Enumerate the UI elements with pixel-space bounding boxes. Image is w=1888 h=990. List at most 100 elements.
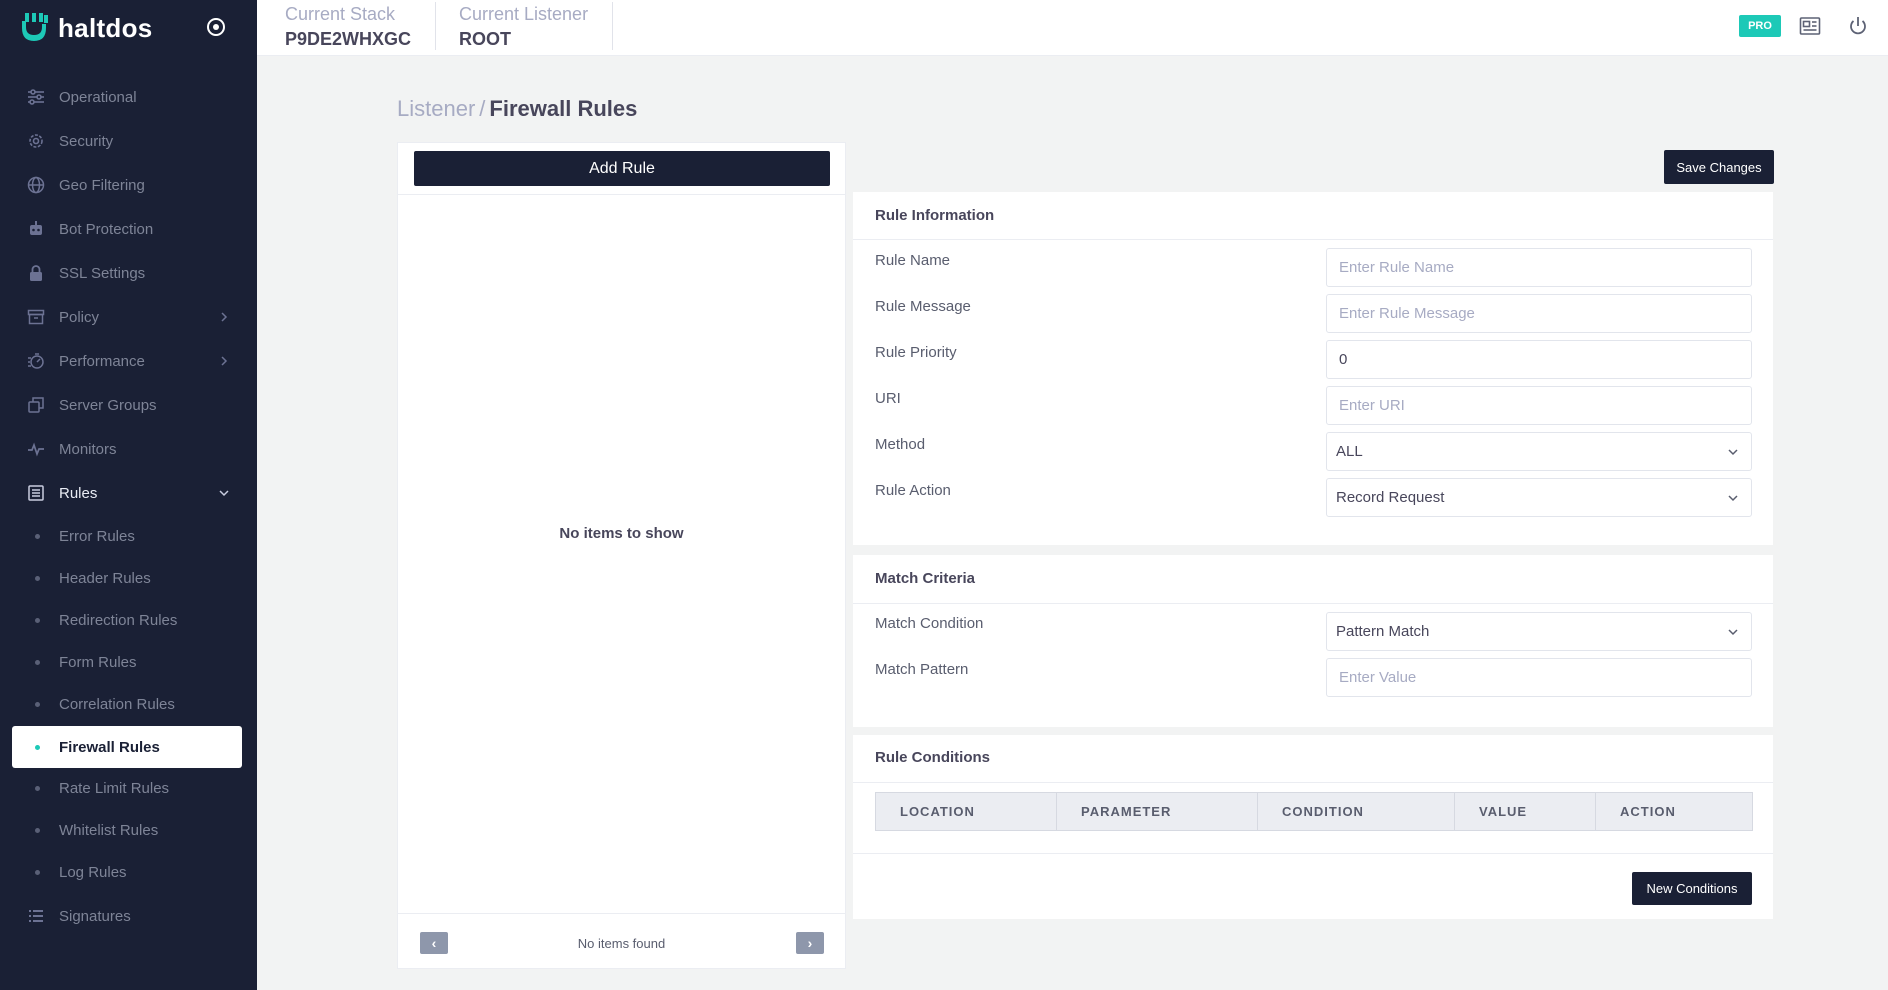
current-listener[interactable]: Current Listener ROOT — [431, 2, 614, 50]
column-header-parameter[interactable]: PARAMETER — [1057, 793, 1258, 830]
pro-badge: PRO — [1739, 15, 1781, 37]
sidebar-item-geo-filtering[interactable]: Geo Filtering — [0, 163, 257, 207]
match-pattern-input[interactable]: Enter Value — [1326, 658, 1752, 697]
sidebar-subitem-label: Form Rules — [59, 653, 137, 671]
sidebar-item-label: Operational — [59, 88, 137, 106]
rule-priority-input[interactable]: 0 — [1326, 340, 1752, 379]
globe-icon — [27, 176, 45, 194]
card-title: Rule Information — [875, 207, 995, 224]
rule-message-label: Rule Message — [875, 298, 971, 315]
chevron-down-icon — [1728, 495, 1738, 502]
power-icon[interactable] — [1847, 15, 1869, 37]
sidebar-item-ssl-settings[interactable]: SSL Settings — [0, 251, 257, 295]
method-label: Method — [875, 436, 926, 453]
sidebar-subitem-firewall-rules[interactable]: Firewall Rules — [12, 726, 242, 768]
sidebar-subitem-label: Error Rules — [59, 527, 135, 545]
rule-action-select[interactable]: Record Request — [1326, 478, 1752, 517]
divider — [853, 603, 1773, 604]
sidebar-toggle-icon[interactable] — [206, 17, 226, 37]
method-select[interactable]: ALL — [1326, 432, 1752, 471]
bullet-icon — [35, 869, 40, 875]
bullet-icon — [35, 785, 40, 791]
sidebar-item-label: Policy — [59, 308, 100, 326]
divider — [853, 782, 1773, 783]
divider — [398, 194, 845, 195]
sidebar-item-label: Signatures — [59, 907, 131, 925]
uri-input[interactable]: Enter URI — [1326, 386, 1752, 425]
match-condition-select[interactable]: Pattern Match — [1326, 612, 1752, 651]
chevron-down-icon — [1728, 629, 1738, 636]
sidebar-subitem-label: Rate Limit Rules — [59, 779, 170, 797]
gear-icon — [29, 134, 43, 148]
column-header-condition[interactable]: CONDITION — [1258, 793, 1455, 830]
add-rule-button[interactable]: Add Rule — [414, 151, 830, 186]
sliders-icon — [28, 89, 44, 105]
current-stack[interactable]: Current Stack P9DE2WHXGC — [257, 2, 437, 50]
sidebar-item-policy[interactable]: Policy — [0, 295, 257, 339]
sidebar-subitem-label: Firewall Rules — [59, 738, 160, 756]
card-title: Match Criteria — [875, 570, 976, 587]
divider — [853, 853, 1773, 854]
brand[interactable]: haltdos — [22, 10, 153, 46]
sidebar-item-performance[interactable]: Performance — [0, 339, 257, 383]
haltdos-logo-icon — [22, 13, 48, 41]
pagination-status: No items found — [577, 936, 666, 951]
match-pattern-label: Match Pattern — [875, 661, 969, 678]
sidebar-item-signatures[interactable]: Signatures — [0, 894, 257, 938]
sidebar-subitem-correlation-rules[interactable]: Correlation Rules — [0, 683, 257, 725]
sidebar-item-monitors[interactable]: Monitors — [0, 427, 257, 471]
sidebar-subitem-log-rules[interactable]: Log Rules — [0, 851, 257, 893]
list-icon — [28, 485, 44, 501]
match-criteria-card: Match Criteria Match Condition Pattern M… — [853, 555, 1773, 727]
breadcrumb-parent[interactable]: Listener — [397, 96, 475, 121]
bullet-icon — [35, 617, 40, 623]
bullet-icon — [35, 659, 40, 665]
empty-state-text: No items to show — [559, 525, 684, 542]
archive-icon — [27, 309, 45, 325]
method-select-value: ALL — [1336, 443, 1363, 460]
rule-message-input[interactable]: Enter Rule Message — [1326, 294, 1752, 333]
breadcrumb-separator: / — [479, 96, 486, 121]
column-header-value[interactable]: VALUE — [1455, 793, 1596, 830]
conditions-table-header: LOCATION PARAMETER CONDITION VALUE ACTIO… — [875, 792, 1753, 831]
sidebar-subitem-redirection-rules[interactable]: Redirection Rules — [0, 599, 257, 641]
topbar: Current Stack P9DE2WHXGC Current Listene… — [257, 0, 1888, 56]
news-icon[interactable] — [1799, 15, 1821, 37]
chevron-right-icon — [221, 312, 228, 322]
bullet-icon — [35, 701, 40, 707]
current-listener-value: ROOT — [459, 29, 511, 49]
column-header-action[interactable]: ACTION — [1596, 793, 1752, 830]
sidebar-subitem-whitelist-rules[interactable]: Whitelist Rules — [0, 809, 257, 851]
sidebar-subitem-rate-limit-rules[interactable]: Rate Limit Rules — [0, 767, 257, 809]
current-listener-label: Current Listener — [459, 4, 589, 24]
rule-name-label: Rule Name — [875, 252, 951, 269]
card-title: Rule Conditions — [875, 749, 990, 766]
sidebar-item-label: Performance — [59, 352, 145, 370]
sidebar-subitem-label: Header Rules — [59, 569, 151, 587]
save-changes-button[interactable]: Save Changes — [1664, 150, 1774, 184]
sidebar-subitem-form-rules[interactable]: Form Rules — [0, 641, 257, 683]
sidebar-item-label: SSL Settings — [59, 264, 146, 282]
new-conditions-button[interactable]: New Conditions — [1632, 872, 1752, 905]
sidebar-subitem-error-rules[interactable]: Error Rules — [0, 515, 257, 557]
divider — [853, 239, 1773, 240]
sidebar-subitem-label: Correlation Rules — [59, 695, 175, 713]
sidebar-item-security[interactable]: Security — [0, 119, 257, 163]
current-stack-value: P9DE2WHXGC — [285, 29, 412, 49]
column-header-location[interactable]: LOCATION — [876, 793, 1057, 830]
next-page-button[interactable]: › — [796, 932, 824, 954]
sidebar-subitem-header-rules[interactable]: Header Rules — [0, 557, 257, 599]
sidebar-subitem-label: Log Rules — [59, 863, 127, 881]
brand-name: haltdos — [58, 12, 153, 43]
bullet-icon — [35, 744, 40, 750]
sidebar-item-label: Rules — [59, 484, 98, 502]
sidebar-item-server-groups[interactable]: Server Groups — [0, 383, 257, 427]
rule-name-input[interactable]: Enter Rule Name — [1326, 248, 1752, 287]
page-title: Firewall Rules — [489, 96, 638, 121]
bot-icon — [30, 221, 42, 235]
sidebar-item-bot-protection[interactable]: Bot Protection — [0, 207, 257, 251]
breadcrumb: Listener / Firewall Rules — [397, 96, 637, 122]
sidebar-item-operational[interactable]: Operational — [0, 75, 257, 119]
sidebar: haltdos Operational Security Geo Filteri… — [0, 0, 257, 990]
sidebar-item-rules[interactable]: Rules — [0, 471, 257, 515]
